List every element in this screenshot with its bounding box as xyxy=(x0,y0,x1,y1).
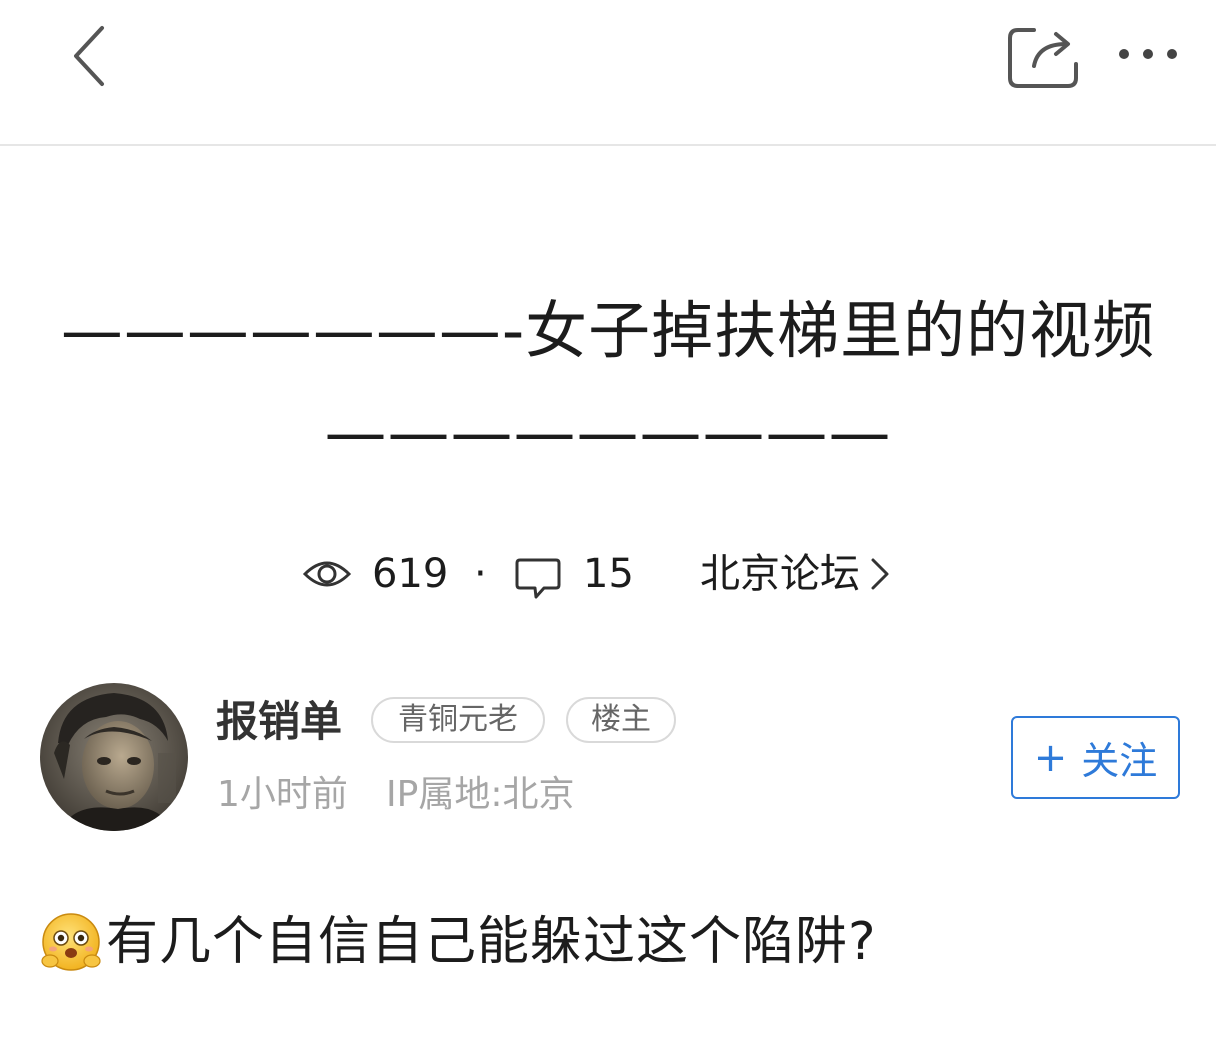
forum-link[interactable]: 北京论坛 xyxy=(700,546,892,602)
plus-icon: + xyxy=(1033,734,1068,781)
avatar[interactable] xyxy=(40,683,188,831)
post-title: ———————-女子掉扶梯里的的视频————————— xyxy=(60,294,1156,469)
chevron-right-icon xyxy=(871,558,889,590)
post-stats: 619 · 15 北京论坛 xyxy=(0,540,1216,610)
share-button[interactable] xyxy=(1004,22,1082,92)
avatar-image xyxy=(40,683,188,831)
follow-button[interactable]: + 关注 xyxy=(1011,716,1180,799)
forum-name: 北京论坛 xyxy=(700,551,860,597)
author-name[interactable]: 报销单 xyxy=(216,696,342,748)
comment-icon xyxy=(515,558,561,599)
post-detail-page: ———————-女子掉扶梯里的的视频————————— 619 · 15 北京论… xyxy=(0,0,1216,1049)
stats-separator: · xyxy=(474,551,487,597)
share-icon xyxy=(1008,28,1078,88)
scared-face-emoji-icon xyxy=(41,913,101,971)
view-count: 619 xyxy=(372,551,449,597)
post-text: 有几个自信自己能躲过这个陷阱? xyxy=(106,912,877,972)
comment-count: 15 xyxy=(583,551,634,597)
rank-badge: 青铜元老 xyxy=(371,697,545,743)
follow-label: 关注 xyxy=(1081,739,1158,783)
top-bar xyxy=(0,0,1216,146)
post-time: 1小时前 xyxy=(217,774,348,815)
ip-location: IP属地:北京 xyxy=(386,774,575,815)
more-dots-icon xyxy=(1119,49,1177,59)
op-badge: 楼主 xyxy=(566,697,676,743)
back-button[interactable] xyxy=(60,18,124,94)
post-body: 有几个自信自己能躲过这个陷阱? xyxy=(40,910,877,974)
chevron-left-icon xyxy=(74,26,104,86)
eye-icon xyxy=(302,561,352,587)
more-button[interactable] xyxy=(1110,32,1186,76)
